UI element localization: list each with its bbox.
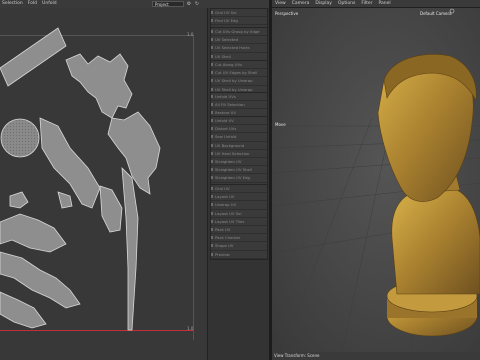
uv-tools-column: Grid UV Sel Find UV Edg Flip UV Edg Cut …: [207, 8, 270, 360]
tool-item[interactable]: Grid UV: [211, 185, 267, 194]
uv-shell-flow: [39, 117, 101, 209]
uv-editor-panel[interactable]: 1.0 1.0: [0, 8, 207, 360]
viewport-scene: [272, 8, 480, 352]
tool-item[interactable]: Pack UV: [211, 226, 267, 235]
tool-item[interactable]: Distort UVs: [211, 125, 267, 134]
viewport-perspective-label[interactable]: Perspective: [275, 11, 298, 16]
uv-shell-disk: [0, 118, 40, 158]
viewport-menu: View Camera Display Options Filter Panel: [272, 0, 480, 8]
tool-group-3: Cut Along UVs Cut UV Edges by Shell UV S…: [210, 60, 268, 95]
menu-selection[interactable]: Selection: [2, 0, 23, 8]
tool-item[interactable]: Layout UV Tiles: [211, 218, 267, 226]
view-menu-display[interactable]: Display: [315, 0, 332, 7]
refresh-icon[interactable]: ↻: [194, 1, 200, 7]
uv-shell-lobe-1: [0, 213, 67, 253]
uv-shell-leaf: [99, 185, 123, 233]
uv-shell-fern: [65, 53, 133, 119]
uv-shells[interactable]: [0, 8, 207, 360]
viewport-3d[interactable]: View Camera Display Options Filter Panel: [272, 0, 480, 360]
uv-shell-branch: [107, 111, 161, 195]
tool-item[interactable]: Unfold UVs: [211, 93, 267, 102]
uv-shell-small-2: [57, 191, 73, 209]
tool-item[interactable]: Shape UV: [211, 242, 267, 251]
tool-item[interactable]: Layout UV Sel: [211, 210, 267, 218]
uv-shell-small-1: [9, 191, 29, 209]
tool-group-2: Cut UVs Group by Edge UV Selected UV Sel…: [210, 27, 268, 62]
tool-item[interactable]: UV Hard Selection: [211, 150, 267, 158]
menu-fold[interactable]: Fold: [28, 0, 37, 8]
project-dropdown[interactable]: Project: [152, 1, 184, 7]
tool-item[interactable]: UV Selected Holes: [211, 44, 267, 53]
tool-group-6: Grid UV Layout UV Unwrap UV Layout UV Se…: [210, 184, 268, 260]
tool-item[interactable]: Straighten UV Shell: [211, 166, 267, 175]
tool-item[interactable]: Preview: [211, 251, 267, 259]
settings-icon[interactable]: ⚙: [186, 1, 192, 7]
main-menu: Selection Fold Unfold: [2, 0, 57, 8]
tool-item[interactable]: Straighten UV: [211, 158, 267, 167]
view-menu-view[interactable]: View: [275, 0, 286, 7]
tool-item[interactable]: Sew Unfold: [211, 133, 267, 142]
view-menu-options[interactable]: Options: [338, 0, 355, 7]
viewport-camera-label[interactable]: Default Camera: [420, 11, 452, 16]
tool-item[interactable]: Straighten UV Edg: [211, 174, 267, 183]
tool-item[interactable]: Layout UV: [211, 193, 267, 202]
menu-unfold[interactable]: Unfold: [42, 0, 57, 8]
tool-item[interactable]: Unfold UV: [211, 117, 267, 126]
tool-item[interactable]: UV Selected: [211, 36, 267, 45]
tool-group-4: Unfold UVs All Fill Selection Restore UV: [210, 92, 268, 119]
tool-item[interactable]: Find UV Edg: [211, 17, 267, 26]
uv-shell-stem: [121, 166, 139, 331]
view-menu-filter[interactable]: Filter: [361, 0, 372, 7]
uv-shell-strip: [0, 27, 67, 87]
view-menu-panel[interactable]: Panel: [378, 0, 390, 7]
uv-shell-lobe-3: [0, 291, 47, 329]
tool-item[interactable]: Pack Checker: [211, 234, 267, 243]
tool-item[interactable]: All Fill Selection: [211, 101, 267, 110]
viewport-mode-label: Move: [275, 122, 286, 127]
tool-item[interactable]: UV Background: [211, 142, 267, 150]
tool-item[interactable]: Cut UV Edges by Shell: [211, 69, 267, 78]
view-menu-camera[interactable]: Camera: [292, 0, 310, 7]
tool-item[interactable]: Grid UV Sel: [211, 9, 267, 18]
tool-item[interactable]: Unwrap UV: [211, 201, 267, 210]
tool-item[interactable]: Cut UVs Group by Edge: [211, 28, 267, 37]
tool-group-5: Unfold UV Distort UVs Sew Unfold UV Back…: [210, 116, 268, 192]
tool-item[interactable]: Cut Along UVs: [211, 61, 267, 70]
tool-item[interactable]: UV Shell by Unwrap: [211, 77, 267, 86]
viewport-status-bar: View Transform: Scene: [272, 352, 480, 360]
